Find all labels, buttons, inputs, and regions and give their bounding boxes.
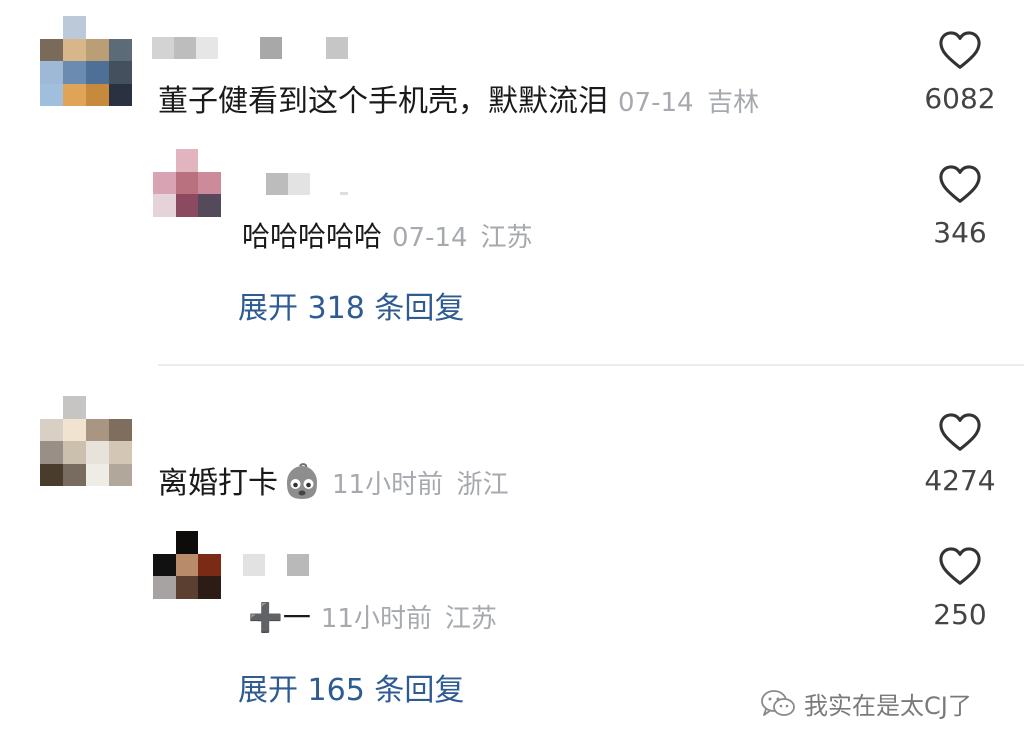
avatar[interactable] [153, 149, 221, 217]
crying-ghost-emoji [287, 462, 317, 499]
comment-text-line[interactable]: 离婚打卡 11小时前 浙江 [158, 462, 509, 505]
reply-date: 11小时前 [320, 604, 432, 634]
reply-location: 江苏 [480, 223, 533, 253]
username-blurred[interactable] [243, 554, 309, 576]
divider [158, 364, 1024, 366]
heart-icon[interactable] [938, 546, 982, 586]
heart-icon[interactable] [938, 30, 982, 70]
wechat-icon [761, 689, 795, 716]
reply-text: ➕一 [248, 601, 311, 634]
comment-location: 吉林 [707, 88, 760, 118]
reply-location: 江苏 [444, 604, 497, 634]
heart-icon[interactable] [938, 412, 982, 452]
avatar[interactable] [153, 531, 221, 599]
avatar[interactable] [40, 16, 132, 106]
expand-replies-button[interactable]: 展开 165 条回复 [238, 665, 464, 709]
username-blurred[interactable] [266, 173, 348, 195]
like-count: 6082 [924, 82, 996, 115]
avatar[interactable] [40, 396, 132, 486]
reply-text-line[interactable]: 哈哈哈哈哈 07-14 江苏 [242, 217, 533, 258]
reply-text-line[interactable]: ➕一 11小时前 江苏 [248, 598, 497, 639]
expand-replies-button[interactable]: 展开 318 条回复 [238, 283, 464, 327]
comment-text-line[interactable]: 董子健看到这个手机壳，默默流泪 07-14 吉林 [158, 82, 759, 123]
comment-location: 浙江 [456, 470, 509, 500]
comment-text: 董子健看到这个手机壳，默默流泪 [158, 84, 608, 119]
comment-date: 07-14 [618, 88, 694, 118]
reply-date: 07-14 [392, 223, 468, 253]
comment-text: 离婚打卡 [158, 466, 278, 501]
username-blurred[interactable] [152, 37, 348, 59]
like-count: 250 [933, 598, 987, 631]
like-count: 346 [933, 216, 987, 249]
reply-text: 哈哈哈哈哈 [242, 220, 383, 253]
watermark: 我实在是太CJ了 [760, 686, 972, 721]
comment-date: 11小时前 [332, 470, 444, 500]
like-count: 4274 [924, 464, 996, 497]
watermark-text: 我实在是太CJ了 [804, 692, 972, 720]
heart-icon[interactable] [938, 164, 982, 204]
